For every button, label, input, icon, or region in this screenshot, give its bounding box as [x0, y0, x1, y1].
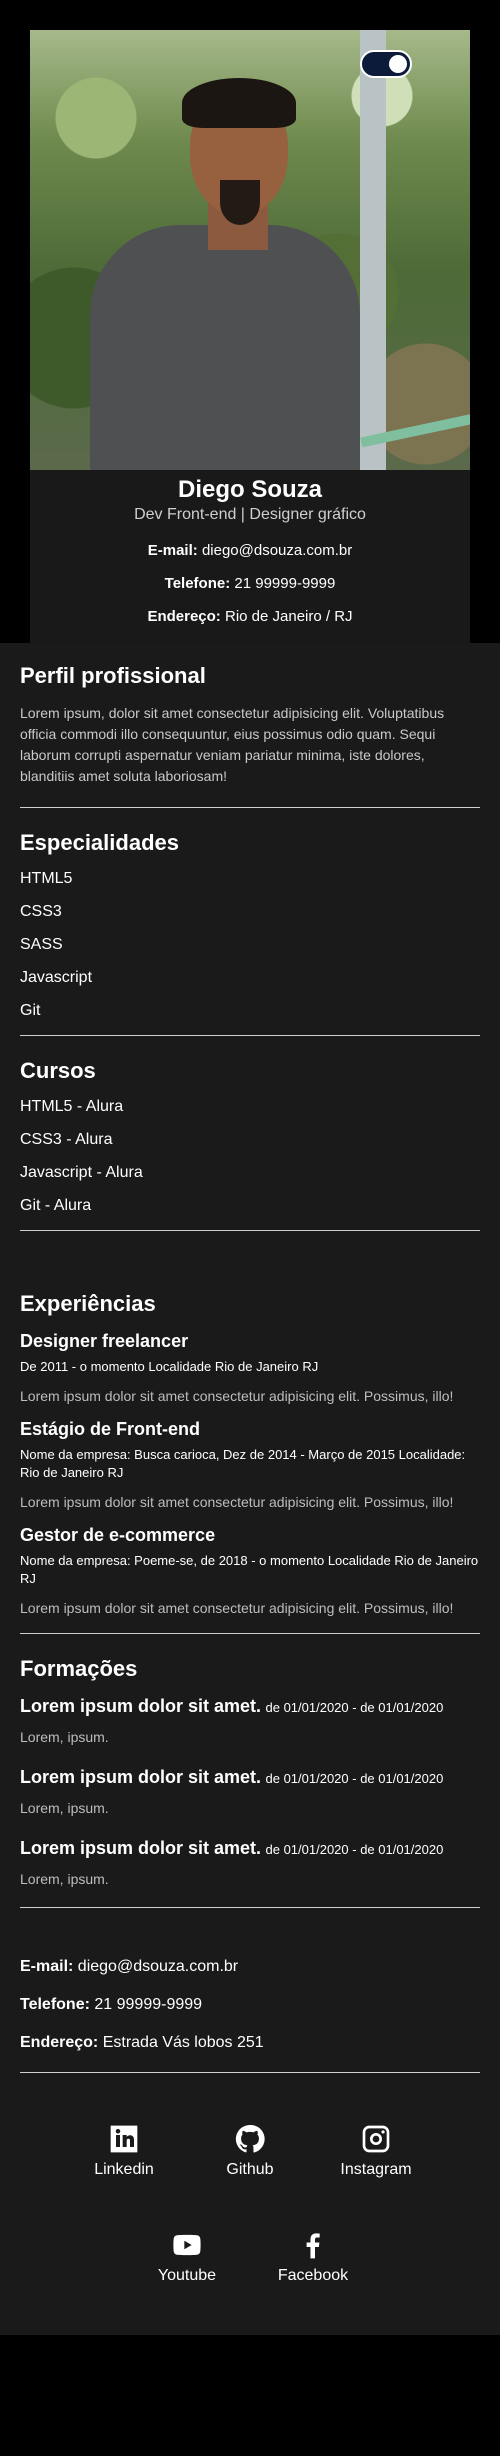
youtube-link[interactable]: Youtube: [149, 2229, 225, 2285]
education-item: Lorem ipsum dolor sit amet. de 01/01/202…: [20, 1767, 480, 1816]
profile-phone: Telefone: 21 99999-9999: [30, 575, 470, 592]
address-value: Estrada Vás lobos 251: [102, 2034, 264, 2051]
github-link[interactable]: Github: [212, 2123, 288, 2179]
address-label: Endereço:: [20, 2034, 99, 2051]
toggle-knob: [389, 55, 407, 73]
phone-label: Telefone:: [20, 1996, 90, 2013]
list-item: HTML5 - Alura: [20, 1098, 124, 1115]
list-item: HTML5: [20, 870, 73, 887]
experience-item: Gestor de e-commerce Nome da empresa: Po…: [20, 1525, 480, 1619]
divider: [20, 1230, 480, 1231]
perfil-section: Perfil profissional Lorem ipsum, dolor s…: [20, 663, 480, 787]
education-title: Lorem ipsum dolor sit amet.: [20, 1838, 262, 1858]
experience-desc: Lorem ipsum dolor sit amet consectetur a…: [20, 1600, 454, 1616]
divider: [20, 1907, 480, 1908]
experience-item: Estágio de Front-end Nome da empresa: Bu…: [20, 1419, 480, 1513]
divider: [20, 1035, 480, 1036]
especialidades-title: Especialidades: [20, 830, 179, 855]
phone-value: 21 99999-9999: [94, 1996, 203, 2013]
education-date: de 01/01/2020 - de 01/01/2020: [265, 1700, 444, 1715]
facebook-link[interactable]: Facebook: [275, 2229, 351, 2285]
email-value: diego@dsouza.com.br: [77, 1958, 239, 1975]
experience-title: Gestor de e-commerce: [20, 1525, 216, 1545]
social-links: Linkedin Github Instagram Youtube Facebo…: [20, 2073, 480, 2335]
experiencias-section: Experiências Designer freelancer De 2011…: [20, 1291, 480, 1619]
list-item: SASS: [20, 936, 63, 953]
social-label: Github: [226, 2161, 274, 2178]
email-label: E-mail:: [20, 1958, 74, 1975]
footer-email: E-mail: diego@dsouza.com.br: [20, 1958, 480, 1976]
education-title: Lorem ipsum dolor sit amet.: [20, 1696, 262, 1716]
experience-desc: Lorem ipsum dolor sit amet consectetur a…: [20, 1388, 454, 1404]
linkedin-icon: [110, 2125, 138, 2153]
cursos-title: Cursos: [20, 1058, 96, 1083]
address-label: Endereço:: [147, 608, 221, 625]
social-label: Facebook: [277, 2267, 349, 2284]
phone-value: 21 99999-9999: [234, 575, 336, 592]
footer-address: Endereço: Estrada Vás lobos 251: [20, 2034, 480, 2052]
youtube-icon: [173, 2234, 201, 2256]
education-item: Lorem ipsum dolor sit amet. de 01/01/202…: [20, 1696, 480, 1745]
linkedin-link[interactable]: Linkedin: [86, 2123, 162, 2179]
experience-meta: Nome da empresa: Busca carioca, Dez de 2…: [20, 1447, 466, 1480]
experience-title: Estágio de Front-end: [20, 1419, 200, 1439]
especialidades-section: Especialidades HTML5 CSS3 SASS Javascrip…: [20, 830, 480, 1020]
theme-toggle[interactable]: [360, 50, 412, 78]
list-item: CSS3: [20, 903, 62, 920]
divider: [20, 807, 480, 808]
list-item: CSS3 - Alura: [20, 1131, 113, 1148]
profile-address: Endereço: Rio de Janeiro / RJ: [30, 608, 470, 625]
list-item: Git: [20, 1002, 41, 1019]
phone-label: Telefone:: [164, 575, 231, 592]
experience-meta: De 2011 - o momento Localidade Rio de Ja…: [20, 1359, 319, 1374]
perfil-title: Perfil profissional: [20, 663, 206, 688]
email-label: E-mail:: [147, 542, 198, 559]
education-desc: Lorem, ipsum.: [20, 1800, 109, 1816]
list-item: Git - Alura: [20, 1197, 92, 1214]
education-desc: Lorem, ipsum.: [20, 1729, 109, 1745]
profile-photo: [30, 30, 470, 470]
education-date: de 01/01/2020 - de 01/01/2020: [265, 1842, 444, 1857]
profile-role: Dev Front-end | Designer gráfico: [134, 506, 366, 523]
github-icon: [235, 2124, 265, 2153]
cursos-section: Cursos HTML5 - Alura CSS3 - Alura Javasc…: [20, 1058, 480, 1215]
profile-email: E-mail: diego@dsouza.com.br: [30, 542, 470, 559]
social-label: Linkedin: [94, 2161, 154, 2178]
footer-contact: E-mail: diego@dsouza.com.br Telefone: 21…: [20, 1958, 480, 2052]
list-item: Javascript: [20, 969, 93, 986]
instagram-icon: [362, 2125, 390, 2153]
experience-meta: Nome da empresa: Poeme-se, de 2018 - o m…: [20, 1553, 479, 1586]
experience-desc: Lorem ipsum dolor sit amet consectetur a…: [20, 1494, 454, 1510]
social-label: Instagram: [340, 2161, 412, 2178]
experience-item: Designer freelancer De 2011 - o momento …: [20, 1331, 480, 1407]
address-value: Rio de Janeiro / RJ: [224, 608, 353, 625]
formacoes-title: Formações: [20, 1656, 138, 1681]
perfil-text: Lorem ipsum, dolor sit amet consectetur …: [20, 705, 445, 784]
experience-title: Designer freelancer: [20, 1331, 189, 1351]
education-desc: Lorem, ipsum.: [20, 1871, 109, 1887]
email-value: diego@dsouza.com.br: [201, 542, 353, 559]
list-item: Javascript - Alura: [20, 1164, 143, 1181]
facebook-icon: [306, 2233, 320, 2259]
instagram-link[interactable]: Instagram: [338, 2123, 414, 2179]
main-content: Perfil profissional Lorem ipsum, dolor s…: [0, 643, 500, 2335]
divider: [20, 1633, 480, 1634]
education-date: de 01/01/2020 - de 01/01/2020: [265, 1771, 444, 1786]
education-item: Lorem ipsum dolor sit amet. de 01/01/202…: [20, 1838, 480, 1887]
formacoes-section: Formações Lorem ipsum dolor sit amet. de…: [20, 1656, 480, 1887]
footer-phone: Telefone: 21 99999-9999: [20, 1996, 480, 2014]
profile-card: Diego Souza Dev Front-end | Designer grá…: [30, 30, 470, 643]
education-title: Lorem ipsum dolor sit amet.: [20, 1767, 262, 1787]
header-section: Diego Souza Dev Front-end | Designer grá…: [0, 0, 500, 643]
profile-name: Diego Souza: [177, 476, 322, 503]
social-label: Youtube: [157, 2267, 217, 2284]
experiencias-title: Experiências: [20, 1291, 156, 1316]
